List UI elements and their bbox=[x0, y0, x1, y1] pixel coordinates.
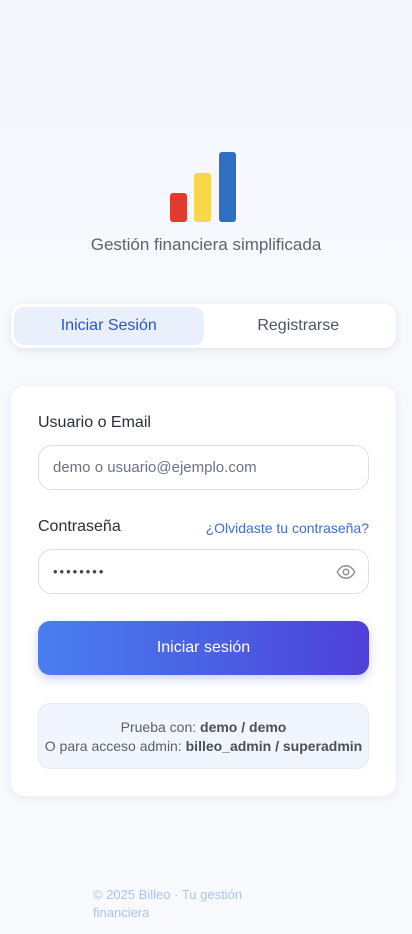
tagline: Gestión financiera simplificada bbox=[90, 235, 322, 254]
hint-demo-prefix: Prueba con: bbox=[120, 719, 201, 735]
tab-login[interactable]: Iniciar Sesión bbox=[14, 307, 204, 345]
password-input[interactable] bbox=[39, 550, 368, 593]
password-label: Contraseña bbox=[38, 518, 121, 535]
user-field-wrapper bbox=[38, 445, 369, 490]
demo-credentials-hint: Prueba con: demo / demo O para acceso ad… bbox=[38, 703, 369, 769]
hint-admin-creds: billeo_admin / superadmin bbox=[185, 738, 363, 754]
logo-bar-red bbox=[170, 193, 187, 222]
login-submit-button[interactable]: Iniciar sesión bbox=[38, 621, 369, 675]
user-input[interactable] bbox=[39, 446, 368, 489]
password-field-wrapper bbox=[38, 549, 369, 594]
app-logo bbox=[170, 150, 240, 222]
tab-register[interactable]: Registrarse bbox=[204, 307, 394, 345]
user-label: Usuario o Email bbox=[38, 414, 151, 431]
footer-copyright: © 2025 Billeo · Tu gestión financiera bbox=[93, 887, 243, 920]
eye-icon[interactable] bbox=[336, 562, 356, 582]
forgot-password-link[interactable]: ¿Olvidaste tu contraseña? bbox=[206, 520, 369, 536]
hint-line-admin: O para acceso admin: billeo_admin / supe… bbox=[39, 737, 368, 756]
hint-line-demo: Prueba con: demo / demo bbox=[39, 718, 368, 737]
hint-demo-creds: demo / demo bbox=[200, 719, 287, 735]
login-card: Usuario o Email Contraseña ¿Olvidaste tu… bbox=[11, 386, 396, 796]
auth-tabs: Iniciar Sesión Registrarse bbox=[11, 304, 396, 348]
hint-admin-prefix: O para acceso admin: bbox=[44, 738, 186, 754]
logo-bar-blue bbox=[219, 152, 236, 222]
logo-bar-yellow bbox=[194, 173, 211, 222]
